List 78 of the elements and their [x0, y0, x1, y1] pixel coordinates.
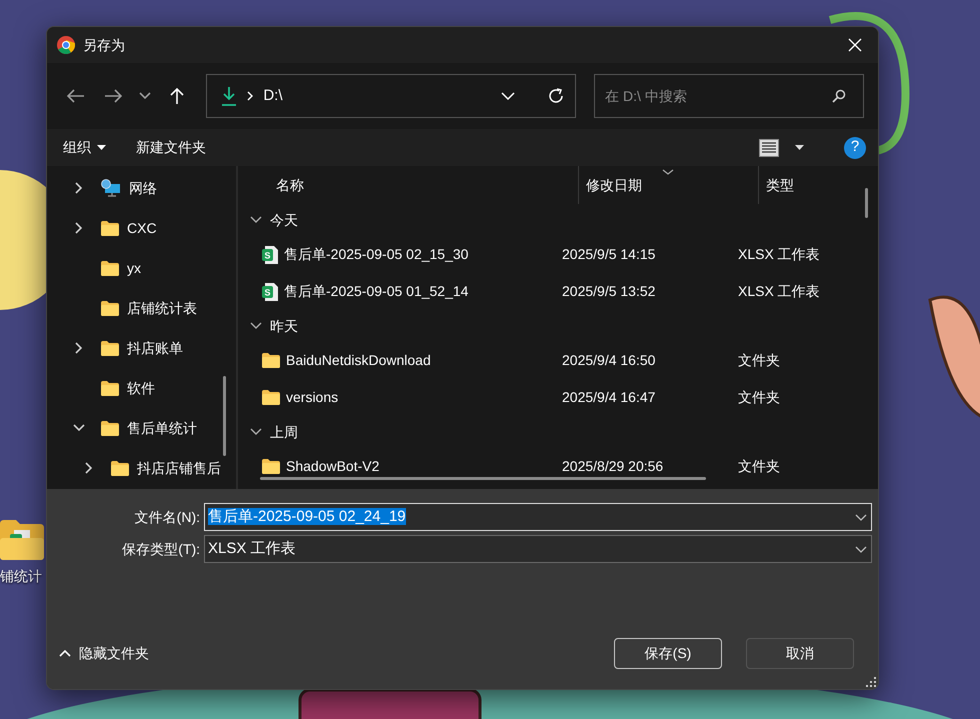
address-bar[interactable]: D:\ — [206, 74, 576, 118]
column-header[interactable]: 名称 — [238, 166, 578, 204]
chevron-down-icon — [139, 92, 152, 100]
file-type: 文件夹 — [738, 352, 780, 368]
desktop-folder-icon[interactable] — [0, 520, 44, 560]
modified-date: 2025/9/5 13:52 — [562, 283, 656, 299]
folder-icon — [262, 353, 280, 368]
window-title: 另存为 — [83, 36, 126, 54]
refresh-icon[interactable] — [547, 87, 566, 105]
folder-icon — [101, 300, 119, 316]
folder-icon — [101, 420, 119, 436]
group-header[interactable]: 昨天 — [270, 316, 298, 336]
tree-item[interactable]: 售后单统计 — [127, 418, 197, 438]
network-computer-icon — [101, 179, 121, 197]
file-type: XLSX 工作表 — [738, 283, 820, 299]
dropdown-caret-icon[interactable] — [855, 514, 867, 520]
file-name[interactable]: versions — [286, 387, 338, 408]
chevron-right-icon — [247, 91, 254, 101]
tree-item[interactable]: 网络 — [129, 178, 157, 198]
scrollbar-thumb[interactable] — [223, 376, 226, 456]
new-folder-button[interactable]: 新建文件夹 — [136, 137, 206, 158]
folder-icon — [101, 220, 119, 236]
tree-item[interactable]: yx — [127, 258, 141, 278]
file-name[interactable]: BaiduNetdiskDownload — [286, 350, 431, 371]
file-name-field[interactable]: 售后单-2025-09-05 02_24_19 — [204, 503, 872, 531]
caret-icon — [795, 145, 804, 150]
group-header[interactable]: 今天 — [270, 210, 298, 230]
download-arrow-icon — [221, 86, 238, 106]
file-name[interactable]: 售后单-2025-09-05 01_52_14 — [284, 281, 468, 302]
help-button[interactable]: ? — [844, 136, 866, 158]
field-label: 文件名(N): — [134, 508, 201, 527]
modified-date: 2025/9/4 16:50 — [562, 352, 656, 368]
view-options-button[interactable] — [759, 138, 804, 156]
up-arrow-icon — [168, 87, 185, 105]
resize-grip-icon[interactable] — [866, 677, 876, 687]
folder-icon — [101, 340, 119, 356]
caret-icon — [97, 145, 106, 150]
sort-caret-icon — [662, 169, 674, 175]
horizontal-scrollbar-thumb[interactable] — [260, 477, 706, 480]
tree-item[interactable]: CXC — [127, 218, 157, 238]
save-type-dropdown[interactable]: XLSX 工作表 — [204, 535, 872, 563]
folder-icon — [262, 390, 280, 405]
folder-icon — [101, 380, 119, 396]
address-path: D:\ — [263, 86, 284, 106]
forward-arrow-icon — [104, 89, 122, 103]
tree-item[interactable]: 店铺统计表 — [127, 298, 197, 318]
modified-date: 2025/9/5 14:15 — [562, 246, 656, 262]
dropdown-caret-icon[interactable] — [855, 546, 867, 552]
spreadsheet-icon: S — [262, 246, 278, 264]
cancel-button[interactable]: 取消 — [746, 638, 854, 669]
close-icon — [848, 38, 862, 52]
file-name[interactable]: ShadowBot-V2 — [286, 456, 380, 477]
save-button[interactable]: 保存(S) — [614, 638, 722, 669]
spreadsheet-icon: S — [262, 282, 278, 300]
search-icon — [832, 89, 846, 103]
back-arrow-icon — [67, 89, 86, 103]
modified-date: 2025/8/29 20:56 — [562, 458, 664, 474]
tree-item[interactable]: 抖店账单 — [127, 338, 183, 358]
file-type: 文件夹 — [738, 389, 780, 405]
browser-logo-icon — [57, 36, 75, 54]
folder-icon — [101, 260, 119, 276]
file-name[interactable]: 售后单-2025-09-05 02_15_30 — [284, 244, 468, 265]
column-header[interactable]: 修改日期 — [578, 166, 758, 204]
tree-item[interactable]: 软件 — [127, 378, 155, 398]
organize-menu-button[interactable]: 组织 — [63, 137, 106, 158]
chevron-up-icon — [59, 650, 71, 657]
folder-icon — [262, 459, 280, 474]
tree-item[interactable]: 抖店店铺售后 — [137, 458, 221, 478]
scrollbar-thumb[interactable] — [865, 188, 868, 218]
hide-folders-toggle[interactable]: 隐藏文件夹 — [59, 643, 149, 664]
file-type: XLSX 工作表 — [738, 246, 820, 262]
modified-date: 2025/9/4 16:47 — [562, 389, 656, 405]
desktop-icon-label: 铺统计 — [0, 567, 42, 586]
file-type: 文件夹 — [738, 458, 780, 474]
group-header[interactable]: 上周 — [270, 422, 298, 442]
search-field[interactable]: 在 D:\ 中搜索 — [594, 74, 864, 118]
field-label: 保存类型(T): — [121, 540, 201, 559]
folder-icon — [111, 460, 129, 476]
